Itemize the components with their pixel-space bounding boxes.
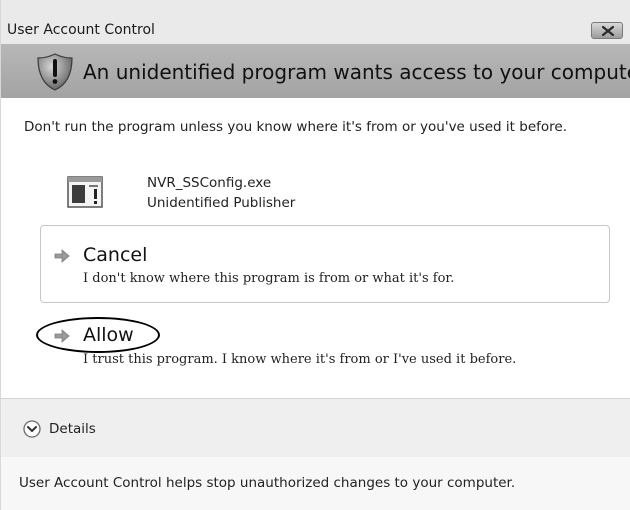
dialog-content: Don't run the program unless you know wh… — [1, 98, 630, 398]
allow-highlight-circle — [36, 317, 160, 353]
program-name: NVR_SSConfig.exe — [147, 175, 272, 191]
allow-description: I trust this program. I know where it's … — [83, 352, 517, 367]
header-title: An unidentified program wants access to … — [83, 60, 630, 84]
warning-message: Don't run the program unless you know wh… — [24, 119, 567, 135]
program-publisher: Unidentified Publisher — [147, 195, 296, 211]
footer-text: User Account Control helps stop unauthor… — [19, 475, 516, 491]
window-title: User Account Control — [7, 22, 155, 38]
cancel-title: Cancel — [83, 244, 148, 266]
close-icon — [602, 26, 614, 36]
executable-file-icon — [67, 176, 103, 208]
details-label[interactable]: Details — [49, 421, 96, 437]
shield-exclamation-icon — [37, 53, 73, 91]
cancel-option[interactable]: Cancel I don't know where this program i… — [41, 226, 609, 302]
cancel-description: I don't know where this program is from … — [83, 271, 455, 286]
chevron-down-circle-icon[interactable] — [23, 420, 41, 438]
header-banner: An unidentified program wants access to … — [1, 44, 630, 99]
uac-dialog: User Account Control An unidentified pro… — [0, 0, 630, 510]
close-button[interactable] — [591, 22, 623, 39]
title-bar: User Account Control — [1, 0, 630, 45]
details-bar: Details — [1, 398, 630, 458]
arrow-right-icon — [54, 249, 70, 263]
footer: User Account Control helps stop unauthor… — [1, 457, 630, 510]
